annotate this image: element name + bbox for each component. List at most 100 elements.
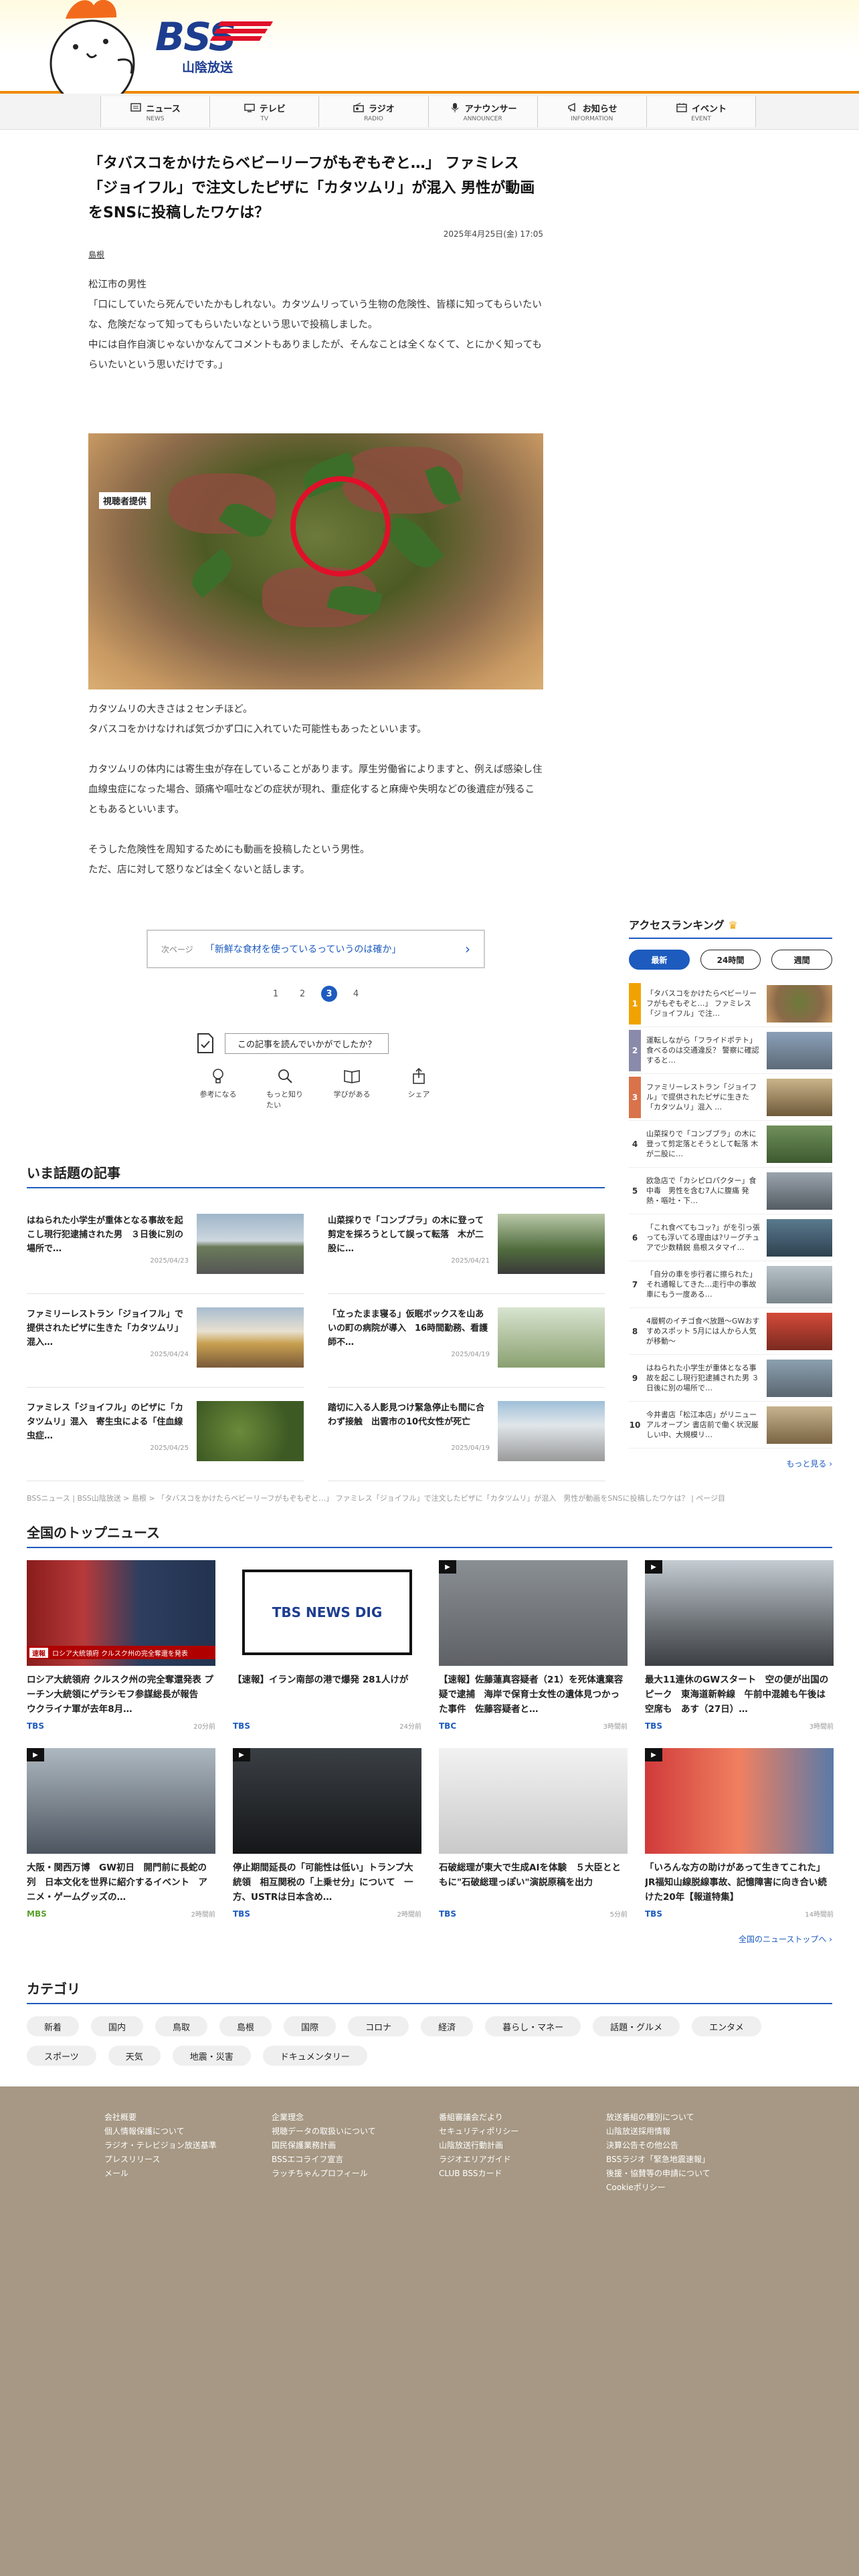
- national-news-meta: TBS 24分前: [233, 1721, 421, 1731]
- ranking-item[interactable]: 5 欧急店で「カシピロパクター」食中毒 男性を含む7人に腹痛 発熱・嘔吐・下…: [629, 1168, 832, 1214]
- footer-link[interactable]: ラジオ・テレビジョン放送基準: [104, 2139, 272, 2153]
- page-link-3[interactable]: 3: [321, 986, 337, 1002]
- footer-link[interactable]: CLUB BSSカード: [439, 2167, 606, 2181]
- category-chip[interactable]: コロナ: [348, 2016, 409, 2036]
- page-link-1[interactable]: 1: [268, 986, 284, 1002]
- ranking-item[interactable]: 7 「自分の車を歩行者に擦られた」それ通報してきた…走行中の事故車にもう一度ある…: [629, 1261, 832, 1308]
- breaking-ticker-text: ロシア大統領府 クルスク州の完全奪還を発表: [52, 1650, 188, 1658]
- footer-link[interactable]: 国民保護業務計画: [272, 2139, 439, 2153]
- category-chip[interactable]: スポーツ: [27, 2046, 96, 2066]
- category-chip[interactable]: 話題・グルメ: [593, 2016, 680, 2036]
- next-page-link[interactable]: 次ページ 「新鮮な食材を使っているっていうのは確か」 ›: [147, 930, 485, 968]
- ranking-item[interactable]: 4 山菜採りで「コンブブラ」の木に登って剪定落とそうとして転落 木が二股に…: [629, 1121, 832, 1168]
- footer-link[interactable]: 後援・協賛等の申請について: [606, 2167, 773, 2181]
- ranking-item[interactable]: 3 ファミリーレストラン「ジョイフル」で提供されたピザに生きた「カタツムリ」混入 …: [629, 1074, 832, 1121]
- category-chip[interactable]: 経済: [421, 2016, 474, 2036]
- page-link-2[interactable]: 2: [294, 986, 310, 1002]
- feedback-lightbulb-button[interactable]: 参考になる: [199, 1067, 237, 1110]
- footer-link[interactable]: 番組審議会だより: [439, 2111, 606, 2125]
- hot-topic-item[interactable]: ファミレス「ジョイフル」のピザに「カタツムリ」混入 寄生虫による「住血線虫症… 2…: [27, 1388, 304, 1481]
- hot-topic-item[interactable]: ファミリーレストラン「ジョイフル」で提供されたピザに生きた「カタツムリ」混入… 2…: [27, 1294, 304, 1388]
- footer-link[interactable]: ラジオエリアガイド: [439, 2153, 606, 2167]
- category-chip[interactable]: エンタメ: [692, 2016, 761, 2036]
- footer-link[interactable]: メール: [104, 2167, 272, 2181]
- ranking-item[interactable]: 2 運転しながら「フライドポテト」食べるのは交通違反？ 警察に確認すると…: [629, 1027, 832, 1074]
- ranking-tab[interactable]: 最新: [629, 950, 690, 970]
- hot-topic-item[interactable]: はねられた小学生が重体となる事故を起こし現行犯逮捕された男 ３日後に別の場所で……: [27, 1200, 304, 1294]
- category-chip[interactable]: 暮らし・マネー: [485, 2016, 581, 2036]
- footer-link[interactable]: 視聴データの取扱いについて: [272, 2125, 439, 2139]
- photo-credit: 視聴者提供: [99, 492, 151, 509]
- national-news-more-link[interactable]: 全国のニューストップへ ›: [27, 1933, 832, 1945]
- category-chip[interactable]: 天気: [108, 2046, 161, 2066]
- footer-link[interactable]: 会社概要: [104, 2111, 272, 2125]
- feedback-label: シェア: [407, 1090, 430, 1099]
- hot-topic-item[interactable]: 「立ったまま寝る」仮眠ボックスを山あいの町の病院が導入 16時間勤務、看護師不……: [328, 1294, 605, 1388]
- hot-topic-title: はねられた小学生が重体となる事故を起こし現行犯逮捕された男 ３日後に別の場所で…: [27, 1216, 184, 1254]
- national-news-card[interactable]: 石破総理が東大で生成AIを体験 ５大臣とともに"石破総理っぽい"演説原稿を出力 T…: [439, 1748, 628, 1919]
- feedback-book-button[interactable]: 学びがある: [333, 1067, 371, 1110]
- category-chip[interactable]: 国際: [284, 2016, 337, 2036]
- footer-link[interactable]: 決算公告その他公告: [606, 2139, 773, 2153]
- national-news-card[interactable]: ▶ 「いろんな方の助けがあって生きてこれた」JR福知山線脱線事故、記憶障害に向き合…: [645, 1748, 834, 1919]
- footer-link[interactable]: セキュリティポリシー: [439, 2125, 606, 2139]
- nav-item-english: ANNOUNCER: [463, 115, 502, 122]
- category-chip[interactable]: 島根: [219, 2016, 272, 2036]
- feedback-share-button[interactable]: シェア: [400, 1067, 438, 1110]
- breadcrumb[interactable]: BSSニュース | BSS山陰放送 > 島根 > 「タバスコをかけたらベビーリー…: [27, 1493, 830, 1503]
- footer-link[interactable]: 個人情報保護について: [104, 2125, 272, 2139]
- category-chip[interactable]: 鳥取: [155, 2016, 208, 2036]
- footer-link[interactable]: BSSラジオ「緊急地震速報」: [606, 2153, 773, 2167]
- ranking-tab[interactable]: 24時間: [700, 950, 761, 970]
- megaphone-icon: [568, 102, 575, 112]
- ranking-item-title: 「自分の車を歩行者に擦られた」それ通報してきた…走行中の事故車にもう一度ある…: [646, 1269, 757, 1299]
- national-news-card[interactable]: ▶ 大阪・関西万博 GW初日 開門前に長蛇の列 日本文化を世界に紹介するイベント …: [27, 1748, 215, 1919]
- document-check-icon: [197, 1033, 213, 1053]
- national-news-time: 20分前: [193, 1723, 215, 1731]
- national-news-card[interactable]: ▶ 最大11連休のGWスタート 空の便が出国のピーク 東海道新幹線 午前中混雑も午…: [645, 1560, 834, 1731]
- category-chip[interactable]: 新着: [27, 2016, 80, 2036]
- ranking-item[interactable]: 10 今井書店「松江本店」がリニューアルオープン 書店前で働く状況厳しい中、大規模…: [629, 1402, 832, 1448]
- bss-logo[interactable]: BSS 山陰放送: [155, 17, 273, 76]
- national-news-card[interactable]: ▶ 停止期間延長の「可能性は低い」トランプ大統領 相互関税の「上乗せ分」について …: [233, 1748, 421, 1919]
- nav-item-news[interactable]: ニュース NEWS: [100, 96, 210, 127]
- article-category-link[interactable]: 島根: [88, 249, 543, 260]
- ranking-item[interactable]: 6 「これ食べてもコッ?」がを引っ張っても浮いてる理由は?リーグチュアで少数精鋭 …: [629, 1214, 832, 1261]
- hot-topic-thumbnail: [197, 1401, 304, 1461]
- footer-link[interactable]: 企業理念: [272, 2111, 439, 2125]
- footer-link[interactable]: ラッチちゃんプロフィール: [272, 2167, 439, 2181]
- feedback-search-button[interactable]: もっと知りたい: [266, 1067, 304, 1110]
- ranking-more-link[interactable]: もっと見る ›: [629, 1458, 832, 1469]
- ranking-tab[interactable]: 週間: [771, 950, 833, 970]
- nav-item-event[interactable]: イベント EVENT: [646, 96, 757, 127]
- hot-topic-item[interactable]: 踏切に入る人影見つけ緊急停止も間に合わず接触 出雲市の10代女性が死亡 2025/…: [328, 1388, 605, 1481]
- page-link-4[interactable]: 4: [348, 986, 364, 1002]
- footer-link[interactable]: Cookieポリシー: [606, 2181, 773, 2195]
- hot-topic-title: 「立ったまま寝る」仮眠ボックスを山あいの町の病院が導入 16時間勤務、看護師不…: [328, 1309, 488, 1348]
- national-news-title: 全国のトップニュース: [27, 1522, 832, 1548]
- nav-item-tv[interactable]: テレビ TV: [209, 96, 319, 127]
- nav-item-radio[interactable]: ラジオ RADIO: [318, 96, 428, 127]
- national-news-card[interactable]: ▶ 【速報】佐藤蓮真容疑者（21）を死体遺棄容疑で逮捕 海岸で保育士女性の遺体見つ…: [439, 1560, 628, 1731]
- nav-item-announcer[interactable]: アナウンサー ANNOUNCER: [427, 96, 537, 127]
- category-chip[interactable]: ドキュメンタリー: [262, 2046, 367, 2066]
- category-chip[interactable]: 国内: [91, 2016, 144, 2036]
- national-news-card[interactable]: TBS NEWS DIG 【速報】イラン南部の港で爆発 281人けが TBS 24分前: [233, 1560, 421, 1731]
- national-news-source: TBS: [439, 1909, 456, 1919]
- category-chip[interactable]: 地震・災害: [172, 2046, 251, 2066]
- nav-item-information[interactable]: お知らせ INFORMATION: [537, 96, 646, 127]
- article-line: 松江市の男性: [88, 280, 147, 290]
- ranking-item[interactable]: 1 「タバスコをかけたらベビーリーフがもぞもぞと…」 ファミレス「ジョイフル」で注…: [629, 980, 832, 1027]
- national-news-card[interactable]: 速報 ロシア大統領府 クルスク州の完全奪還を発表 ロシア大統領府 クルスク州の完全奪…: [27, 1560, 215, 1731]
- footer-link[interactable]: プレスリリース: [104, 2153, 272, 2167]
- footer-link[interactable]: 放送番組の種別について: [606, 2111, 773, 2125]
- hot-topic-item[interactable]: 山菜採りで「コンブブラ」の木に登って剪定を採ろうとして誤って転落 木が二股に… 2…: [328, 1200, 605, 1294]
- hot-topics-grid: はねられた小学生が重体となる事故を起こし現行犯逮捕された男 ３日後に別の場所で……: [27, 1200, 605, 1481]
- ranking-number: 10: [629, 1420, 641, 1430]
- ranking-item[interactable]: 9 はねられた小学生が重体となる事故を起こし現行犯逮捕された男 ３日後に別の場所で…: [629, 1355, 832, 1402]
- footer-link[interactable]: BSSエコライフ宣言: [272, 2153, 439, 2167]
- page: BSS 山陰放送 ニュース NEWS テレビ TV ラジオ RADIO アナウンサー ANNO…: [0, 0, 859, 2576]
- ranking-item[interactable]: 8 4層鰐のイチゴ食べ放題～GWおすすめスポット 5月には人から人気が移動～: [629, 1308, 832, 1355]
- footer-link[interactable]: 山陰放送採用情報: [606, 2125, 773, 2139]
- footer-link[interactable]: 山陰放送行動計画: [439, 2139, 606, 2153]
